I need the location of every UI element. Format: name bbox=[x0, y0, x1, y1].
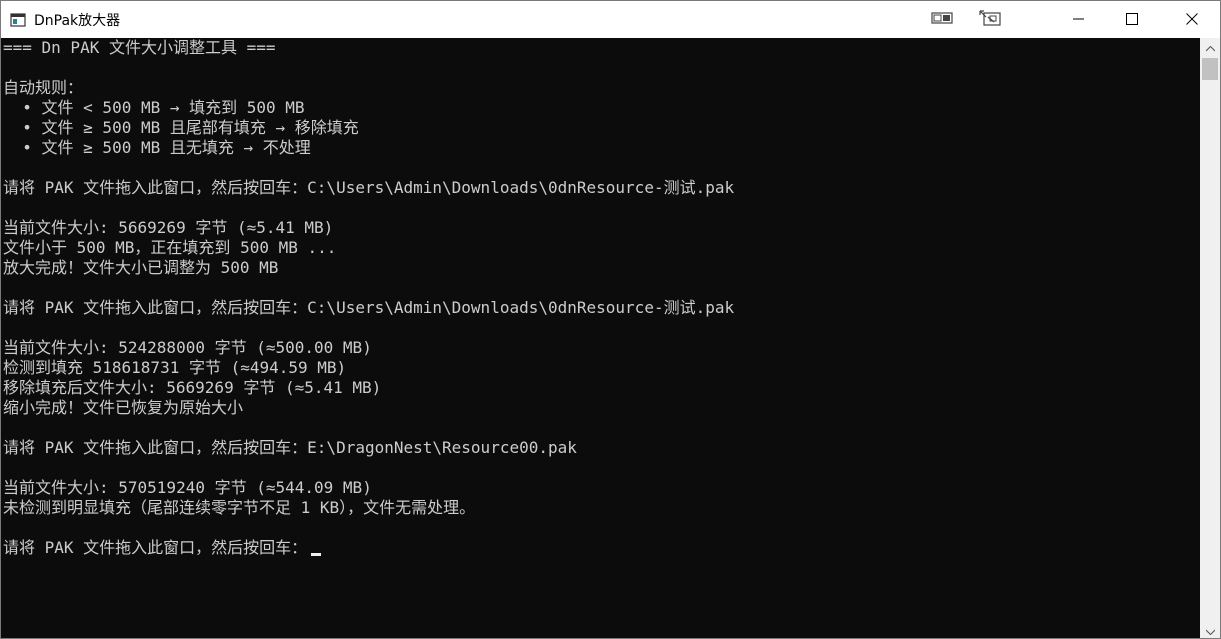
window-snap-icon bbox=[931, 10, 953, 29]
console-line: 当前文件大小: 570519240 字节 (≈544.09 MB) bbox=[3, 478, 372, 497]
vertical-scrollbar[interactable] bbox=[1200, 38, 1220, 638]
console-line: === Dn PAK 文件大小调整工具 === bbox=[3, 38, 276, 57]
maximize-button[interactable] bbox=[1109, 1, 1155, 38]
console-line: • 文件 < 500 MB → 填充到 500 MB bbox=[3, 98, 305, 117]
scroll-down-arrow-icon bbox=[1205, 620, 1215, 639]
console-output[interactable]: === Dn PAK 文件大小调整工具 === 自动规则： • 文件 < 500… bbox=[1, 38, 1200, 638]
console-line: 移除填充后文件大小: 5669269 字节 (≈5.41 MB) bbox=[3, 378, 382, 397]
scroll-down-button[interactable] bbox=[1200, 621, 1220, 638]
minimize-icon bbox=[1073, 10, 1085, 29]
console-line: 放大完成！文件大小已调整为 500 MB bbox=[3, 258, 279, 277]
console-prompt: 请将 PAK 文件拖入此窗口，然后按回车： bbox=[3, 538, 308, 557]
maximize-icon bbox=[1126, 10, 1138, 29]
console-prompt-line[interactable]: 请将 PAK 文件拖入此窗口，然后按回车： bbox=[3, 538, 322, 558]
console-window: DnPak放大器 === Dn PAK 文件大小调整工具 === 自动规则： •… bbox=[0, 0, 1221, 639]
console-line: 请将 PAK 文件拖入此窗口，然后按回车：E:\DragonNest\Resou… bbox=[3, 438, 577, 457]
scroll-up-button[interactable] bbox=[1200, 38, 1220, 55]
window-layout-button[interactable] bbox=[969, 1, 1011, 38]
console-line: 自动规则： bbox=[3, 78, 84, 97]
console-line: • 文件 ≥ 500 MB 且尾部有填充 → 移除填充 bbox=[3, 118, 359, 137]
console-line: 文件小于 500 MB，正在填充到 500 MB ... bbox=[3, 238, 337, 257]
close-icon bbox=[1186, 10, 1198, 29]
console-line: 当前文件大小: 524288000 字节 (≈500.00 MB) bbox=[3, 338, 372, 357]
console-line: 请将 PAK 文件拖入此窗口，然后按回车：C:\Users\Admin\Down… bbox=[3, 178, 735, 197]
scroll-thumb[interactable] bbox=[1202, 58, 1218, 80]
scroll-up-arrow-icon bbox=[1205, 37, 1215, 56]
title-bar[interactable]: DnPak放大器 bbox=[1, 1, 1220, 38]
window-layout-icon bbox=[978, 9, 1002, 31]
window-snap-button[interactable] bbox=[921, 1, 963, 38]
console-line: 缩小完成！文件已恢复为原始大小 bbox=[3, 398, 244, 417]
console-line: 未检测到明显填充（尾部连续零字节不足 1 KB），文件无需处理。 bbox=[3, 498, 476, 517]
minimize-button[interactable] bbox=[1056, 1, 1102, 38]
console-line: 检测到填充 518618731 字节 (≈494.59 MB) bbox=[3, 358, 347, 377]
close-button[interactable] bbox=[1166, 1, 1218, 38]
window-title: DnPak放大器 bbox=[34, 12, 121, 29]
console-line: • 文件 ≥ 500 MB 且无填充 → 不处理 bbox=[3, 138, 311, 157]
text-cursor bbox=[311, 553, 322, 556]
console-line: 当前文件大小: 5669269 字节 (≈5.41 MB) bbox=[3, 218, 334, 237]
console-app-icon bbox=[10, 12, 26, 28]
console-line: 请将 PAK 文件拖入此窗口，然后按回车：C:\Users\Admin\Down… bbox=[3, 298, 735, 317]
